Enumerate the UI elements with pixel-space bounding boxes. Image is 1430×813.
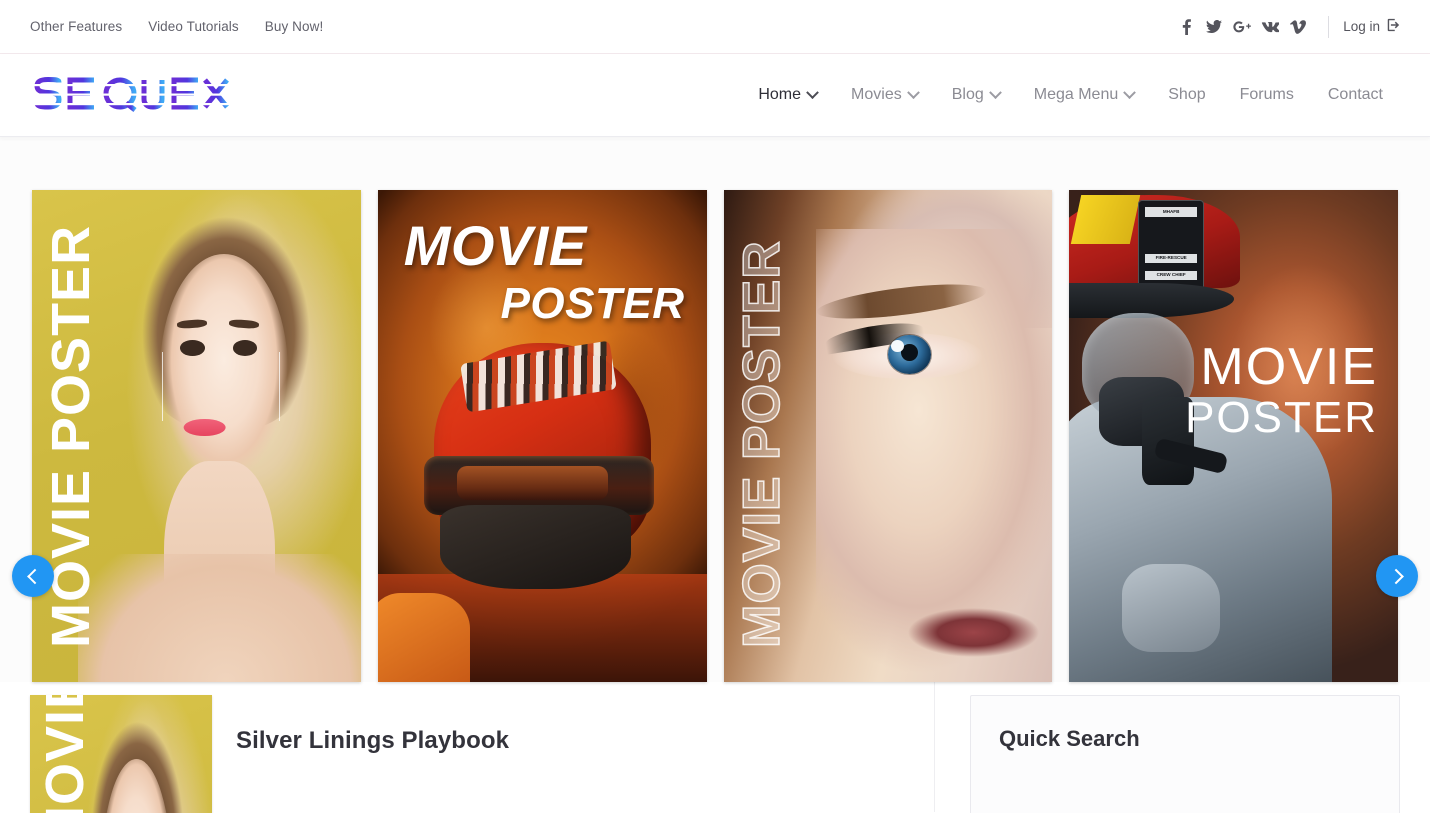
nav-item-home[interactable]: Home bbox=[741, 85, 834, 104]
poster-title-1: MOVIE POSTER bbox=[41, 224, 101, 648]
carousel-slide-track: MOVIE POSTER MOVIE POSTER MOVIE POSTER M… bbox=[0, 190, 1430, 682]
nav-item-movies[interactable]: Movies bbox=[834, 85, 935, 104]
top-utility-bar: Other Features Video Tutorials Buy Now! … bbox=[0, 0, 1430, 54]
chevron-down-icon bbox=[806, 85, 819, 99]
topbar-link-video-tutorials[interactable]: Video Tutorials bbox=[148, 19, 239, 34]
site-logo[interactable] bbox=[30, 77, 230, 113]
login-label: Log in bbox=[1343, 19, 1380, 34]
lower-content-area: MOVIE POSTER Silver Linings Playbook Qui… bbox=[0, 682, 1430, 813]
carousel-slide-1[interactable]: MOVIE POSTER bbox=[32, 190, 361, 682]
poster-title-2-line2: POSTER bbox=[500, 279, 685, 328]
top-utility-links: Other Features Video Tutorials Buy Now! bbox=[30, 19, 323, 34]
google-plus-icon[interactable] bbox=[1228, 14, 1256, 40]
carousel-slide-2[interactable]: MOVIE POSTER bbox=[377, 190, 707, 682]
poster-title-4-line1: MOVIE bbox=[1200, 338, 1378, 396]
poster-title-4-line2: POSTER bbox=[1185, 392, 1378, 442]
top-utility-right: Log in bbox=[1172, 14, 1400, 40]
carousel-slide-3[interactable]: MOVIE POSTER bbox=[723, 190, 1053, 682]
poster-title-4: MOVIE POSTER bbox=[1185, 340, 1378, 441]
vimeo-icon[interactable] bbox=[1284, 14, 1312, 40]
carousel-slide-4[interactable]: MHAFB FIRE-RESCUE CREW CHIEF MOVIE POSTE… bbox=[1069, 190, 1398, 682]
chevron-down-icon bbox=[1123, 85, 1137, 99]
featured-movie-title[interactable]: Silver Linings Playbook bbox=[236, 727, 509, 755]
thumbnail-caption: MOVIE POSTER bbox=[35, 695, 95, 813]
sign-in-icon bbox=[1386, 18, 1400, 35]
nav-item-blog[interactable]: Blog bbox=[935, 85, 1017, 104]
featured-movie-thumbnail[interactable]: MOVIE POSTER bbox=[30, 695, 212, 813]
poster-title-2: MOVIE POSTER bbox=[404, 218, 685, 326]
badge-line-2: FIRE-RESCUE bbox=[1144, 254, 1198, 264]
login-link[interactable]: Log in bbox=[1343, 18, 1400, 35]
twitter-icon[interactable] bbox=[1200, 14, 1228, 40]
facebook-icon[interactable] bbox=[1172, 14, 1200, 40]
hero-carousel: MOVIE POSTER MOVIE POSTER MOVIE POSTER M… bbox=[0, 137, 1430, 682]
nav-label-shop: Shop bbox=[1168, 86, 1206, 103]
chevron-down-icon bbox=[988, 85, 1002, 99]
topbar-link-buy-now[interactable]: Buy Now! bbox=[265, 19, 324, 34]
nav-label-movies: Movies bbox=[851, 86, 902, 103]
topbar-link-other-features[interactable]: Other Features bbox=[30, 19, 122, 34]
nav-item-shop[interactable]: Shop bbox=[1151, 86, 1222, 104]
quick-search-title: Quick Search bbox=[999, 726, 1140, 751]
nav-item-contact[interactable]: Contact bbox=[1311, 86, 1400, 104]
topbar-divider bbox=[1328, 15, 1330, 38]
chevron-right-icon bbox=[1387, 568, 1404, 584]
poster-title-2-line1: MOVIE bbox=[403, 214, 587, 277]
badge-line-3: CREW CHIEF bbox=[1144, 270, 1198, 281]
carousel-next-button[interactable] bbox=[1376, 555, 1418, 597]
nav-item-mega-menu[interactable]: Mega Menu bbox=[1017, 85, 1152, 104]
nav-label-home: Home bbox=[758, 86, 802, 103]
featured-movie-row: MOVIE POSTER Silver Linings Playbook bbox=[30, 682, 935, 813]
main-navigation: Home Movies Blog Mega Menu Shop Forums C… bbox=[741, 85, 1400, 104]
firefighter-helmet-badge: MHAFB FIRE-RESCUE CREW CHIEF bbox=[1138, 199, 1205, 294]
badge-line-1: MHAFB bbox=[1144, 207, 1198, 217]
chevron-down-icon bbox=[906, 85, 920, 99]
sidebar: Quick Search bbox=[935, 682, 1400, 813]
nav-label-forums: Forums bbox=[1239, 86, 1294, 103]
nav-label-mega-menu: Mega Menu bbox=[1033, 86, 1119, 103]
site-header: Home Movies Blog Mega Menu Shop Forums C… bbox=[0, 54, 1430, 137]
poster-title-3: MOVIE POSTER bbox=[732, 239, 792, 648]
vk-icon[interactable] bbox=[1256, 14, 1284, 40]
nav-label-contact: Contact bbox=[1327, 86, 1383, 103]
nav-label-blog: Blog bbox=[951, 86, 984, 103]
carousel-prev-button[interactable] bbox=[12, 555, 54, 597]
quick-search-card: Quick Search bbox=[970, 695, 1400, 813]
nav-item-forums[interactable]: Forums bbox=[1223, 86, 1311, 104]
chevron-left-icon bbox=[26, 568, 43, 584]
